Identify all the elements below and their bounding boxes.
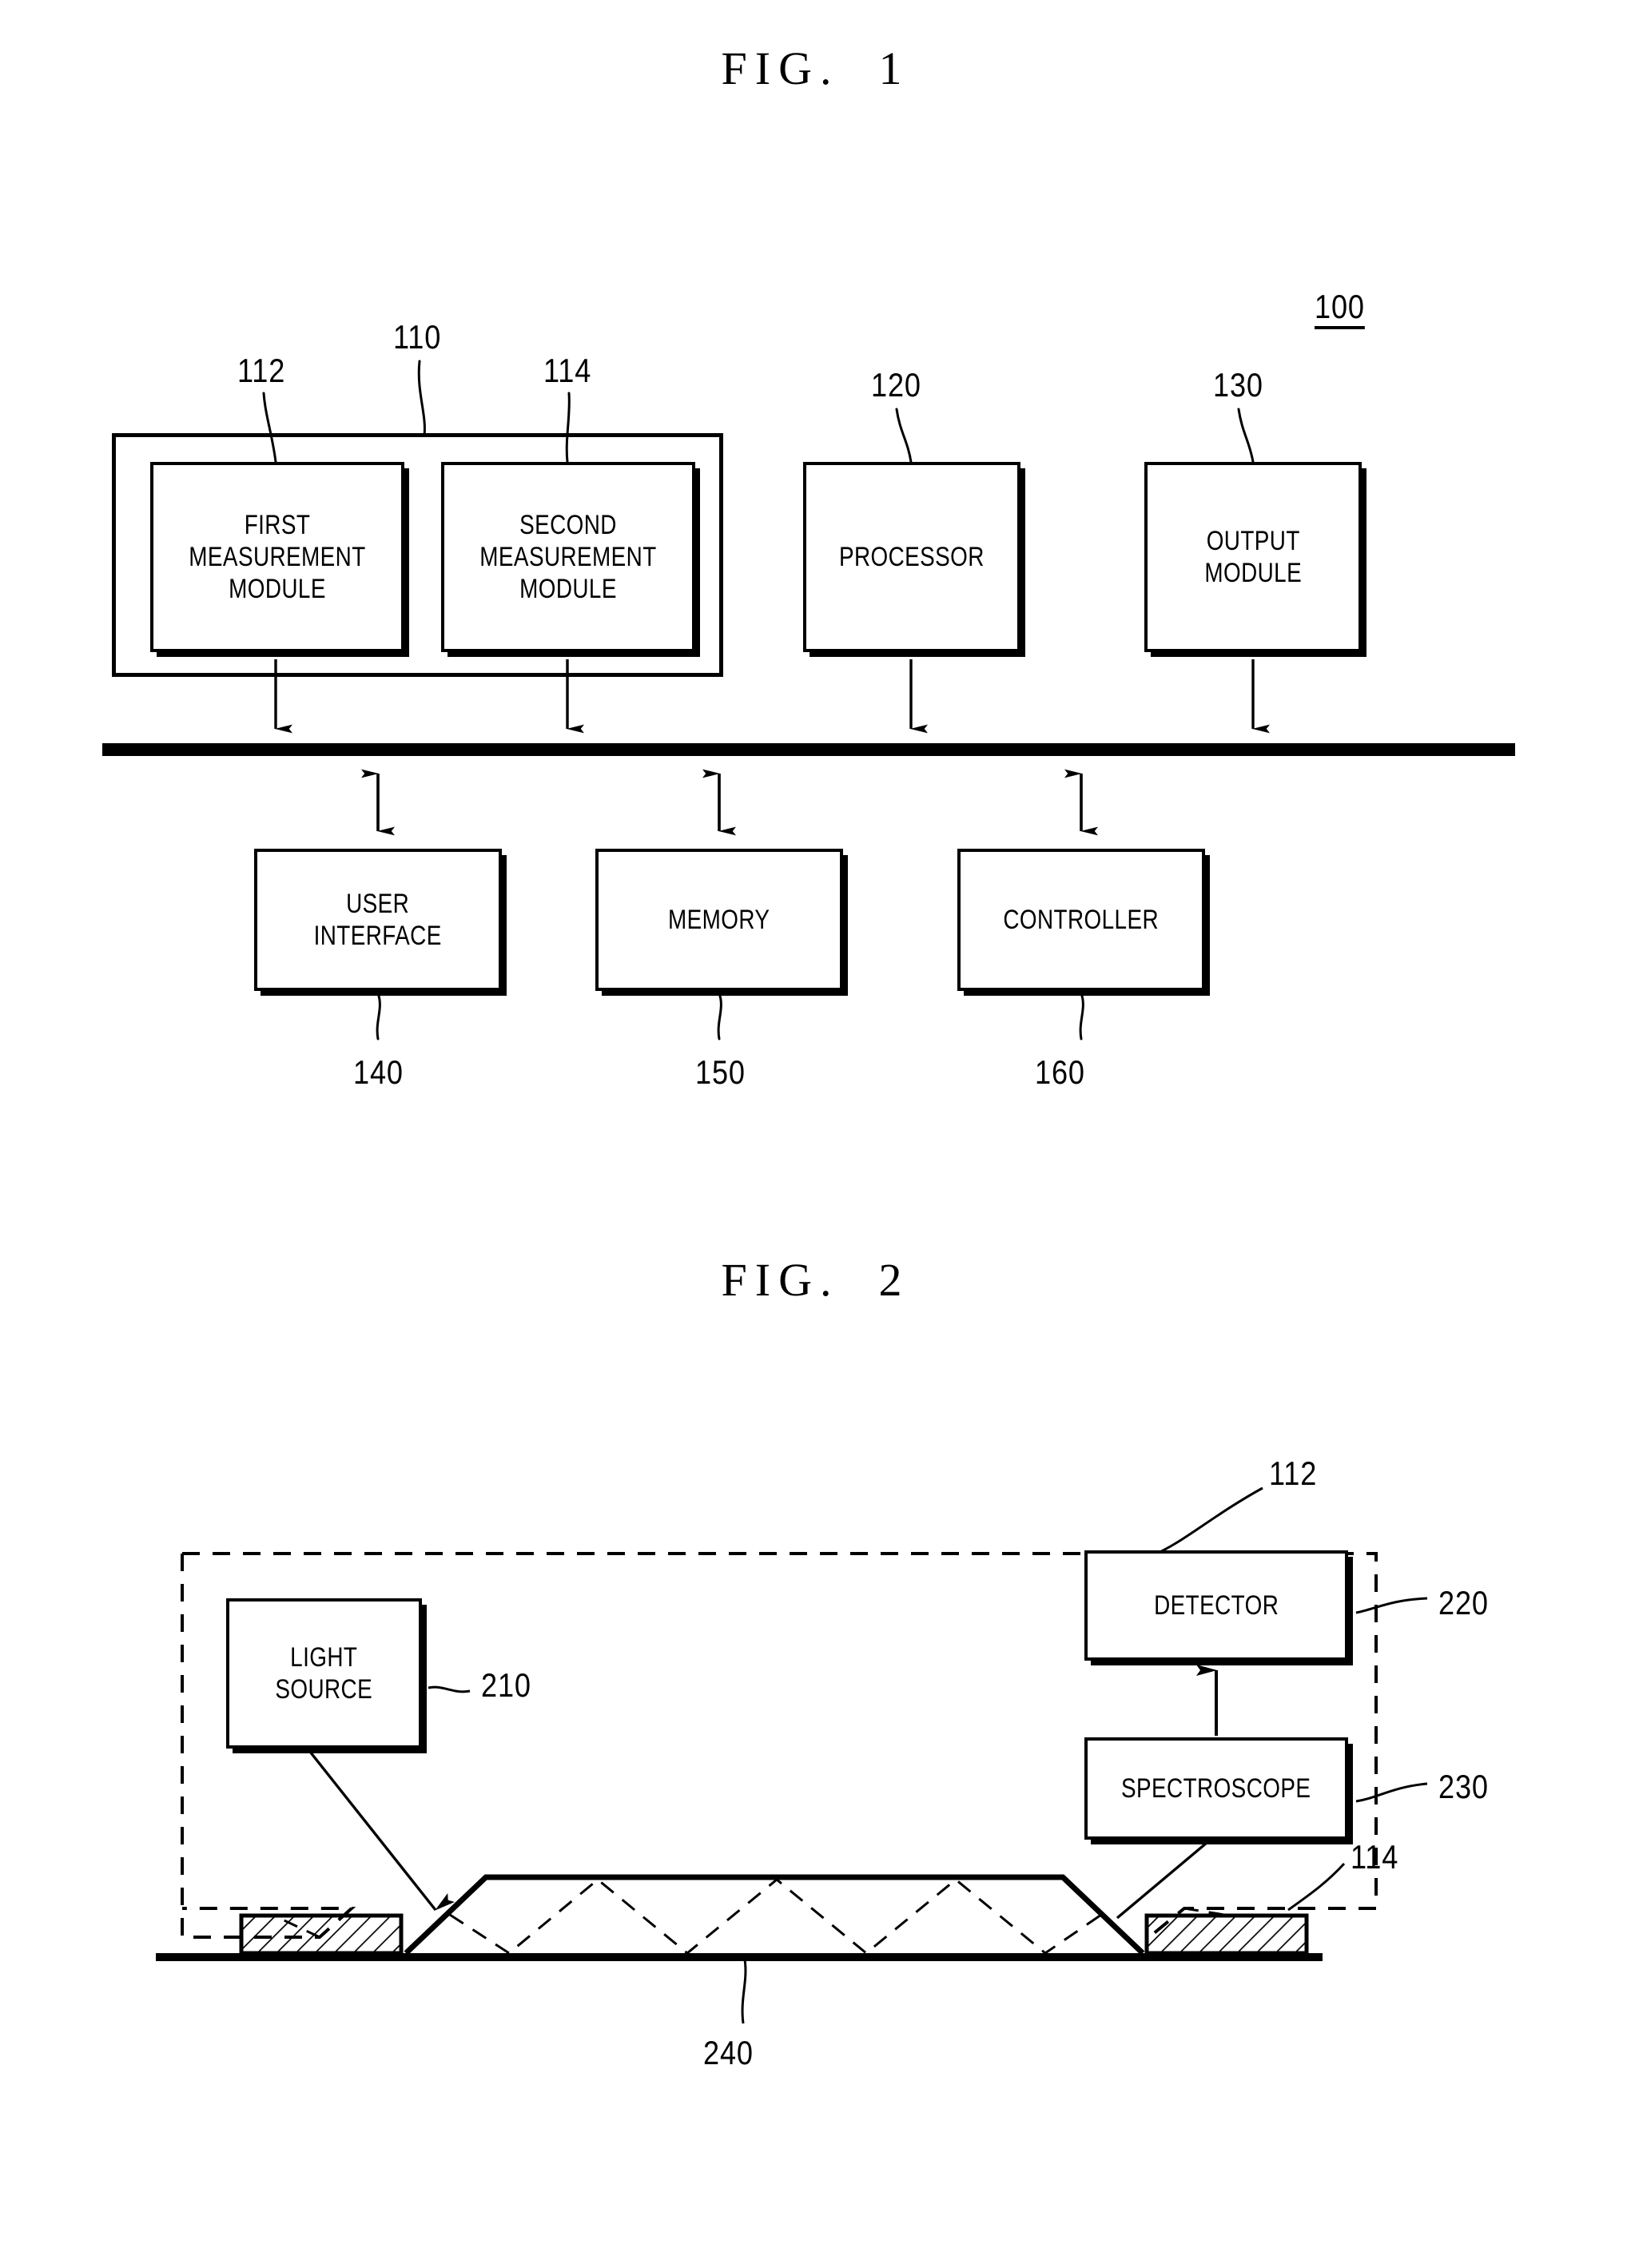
reference-numeral-112: 112 — [237, 352, 286, 389]
first-measurement-module-box[interactable]: FIRST MEASUREMENT MODULE — [150, 462, 404, 652]
emergent-light-ray — [1116, 1824, 1208, 1920]
memory-label: MEMORY — [668, 904, 770, 935]
reference-numeral-220: 220 — [1438, 1584, 1489, 1621]
right-electrode-block-114 — [1144, 1913, 1309, 1956]
diagram-line-overlay — [102, 360, 1515, 2024]
patent-drawing-sheet: FIG. 1 100 FIRST MEASUREMENT MODULE SECO… — [0, 0, 1631, 2268]
controller-label: CONTROLLER — [1003, 904, 1160, 935]
reference-numeral-114-fig2: 114 — [1351, 1838, 1399, 1876]
first-measurement-module-label: FIRST MEASUREMENT MODULE — [189, 509, 366, 605]
optical-waveguide-240 — [404, 1874, 1145, 1956]
output-module-label: OUTPUT MODULE — [1204, 525, 1302, 588]
second-measurement-module-box[interactable]: SECOND MEASUREMENT MODULE — [441, 462, 695, 652]
substrate-baseline — [156, 1953, 1323, 1961]
processor-label: PROCESSOR — [839, 541, 985, 572]
controller-box[interactable]: CONTROLLER — [957, 849, 1205, 991]
reference-numeral-130: 130 — [1213, 366, 1263, 404]
output-module-box[interactable]: OUTPUT MODULE — [1144, 462, 1362, 652]
spectroscope-box[interactable]: SPECTROSCOPE — [1084, 1737, 1348, 1840]
system-bus-bar — [102, 743, 1515, 756]
user-interface-label: USER INTERFACE — [313, 888, 443, 951]
reference-numeral-114: 114 — [543, 352, 592, 389]
figure-1-title: FIG. 1 — [721, 42, 910, 94]
light-source-label: LIGHT SOURCE — [275, 1641, 373, 1705]
reference-numeral-110: 110 — [393, 318, 442, 356]
reference-numeral-150: 150 — [695, 1053, 746, 1091]
user-interface-box[interactable]: USER INTERFACE — [254, 849, 502, 991]
spectroscope-label: SPECTROSCOPE — [1121, 1773, 1311, 1804]
reference-numeral-120: 120 — [871, 366, 921, 404]
detector-box[interactable]: DETECTOR — [1084, 1550, 1348, 1661]
reference-numeral-100: 100 — [1315, 288, 1365, 325]
memory-box[interactable]: MEMORY — [595, 849, 843, 991]
light-source-box[interactable]: LIGHT SOURCE — [226, 1598, 422, 1749]
figure-2-title: FIG. 2 — [721, 1254, 910, 1306]
processor-box[interactable]: PROCESSOR — [803, 462, 1020, 652]
incident-light-ray — [308, 1750, 455, 1912]
second-measurement-module-label: SECOND MEASUREMENT MODULE — [479, 509, 657, 605]
reference-numeral-210: 210 — [481, 1666, 531, 1704]
detector-label: DETECTOR — [1153, 1590, 1279, 1621]
left-electrode-block — [239, 1913, 404, 1956]
reference-numeral-160: 160 — [1035, 1053, 1085, 1091]
reference-numeral-140: 140 — [353, 1053, 404, 1091]
reference-numeral-240: 240 — [703, 2034, 754, 2071]
reference-numeral-112-fig2: 112 — [1269, 1454, 1318, 1492]
reference-numeral-230: 230 — [1438, 1768, 1489, 1805]
